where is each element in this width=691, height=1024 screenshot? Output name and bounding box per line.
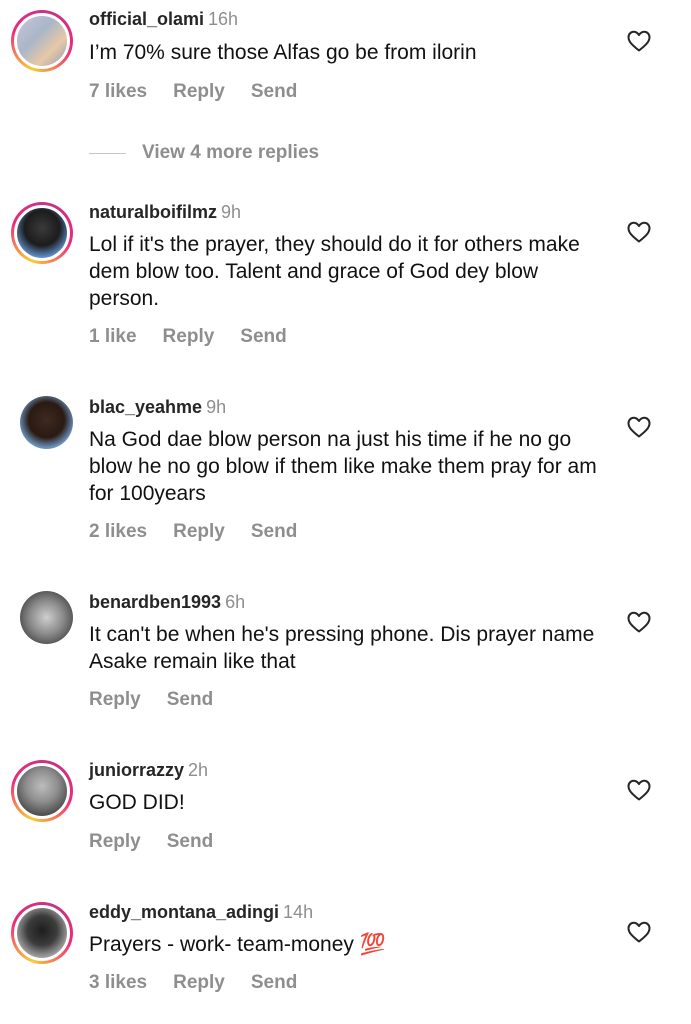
likes-count[interactable]: 2 likes	[89, 521, 147, 542]
comment-actions: 3 likes Reply Send	[89, 971, 323, 995]
reply-button[interactable]: Reply	[173, 972, 225, 993]
heart-outline-icon[interactable]	[627, 221, 651, 243]
heart-outline-icon[interactable]	[627, 416, 651, 438]
comment-text: I’m 70% sure those Alfas go be from ilor…	[89, 41, 477, 64]
send-button[interactable]: Send	[251, 521, 297, 542]
reply-button[interactable]: Reply	[89, 831, 141, 852]
comment-header: eddy_montana_adingi 14h	[89, 901, 313, 923]
comment-actions: Reply Send	[89, 830, 239, 854]
view-replies-button[interactable]: View 4 more replies	[89, 140, 319, 166]
comment-text: Na God dae blow person na just his time …	[89, 428, 597, 505]
comment-actions: 1 like Reply Send	[89, 325, 313, 349]
send-button[interactable]: Send	[167, 689, 213, 710]
avatar[interactable]	[11, 10, 73, 72]
replies-divider	[89, 152, 126, 154]
username[interactable]: benardben1993	[89, 592, 221, 612]
comment-text: It can't be when he's pressing phone. Di…	[89, 623, 595, 673]
avatar[interactable]	[20, 591, 73, 644]
send-button[interactable]: Send	[167, 831, 213, 852]
reply-button[interactable]: Reply	[89, 689, 141, 710]
heart-outline-icon[interactable]	[627, 611, 651, 633]
avatar[interactable]	[11, 760, 73, 822]
comment-actions: 7 likes Reply Send	[89, 80, 323, 104]
comment-text: GOD DID!	[89, 791, 185, 814]
avatar[interactable]	[20, 396, 73, 449]
comment-actions: Reply Send	[89, 688, 239, 712]
comment-text: Lol if it's the prayer, they should do i…	[89, 233, 580, 310]
view-replies-label: View 4 more replies	[142, 142, 320, 163]
heart-outline-icon[interactable]	[627, 779, 651, 801]
comment-actions: 2 likes Reply Send	[89, 520, 323, 544]
likes-count[interactable]: 7 likes	[89, 81, 147, 102]
avatar[interactable]	[11, 202, 73, 264]
username[interactable]: official_olami	[89, 9, 204, 29]
comment-header: blac_yeahme 9h	[89, 396, 226, 418]
timestamp: 6h	[225, 592, 246, 612]
avatar[interactable]	[11, 902, 73, 964]
heart-outline-icon[interactable]	[627, 30, 651, 52]
username[interactable]: juniorrazzy	[89, 760, 184, 780]
comment-header: juniorrazzy 2h	[89, 759, 208, 781]
username[interactable]: eddy_montana_adingi	[89, 902, 279, 922]
comment-header: benardben1993 6h	[89, 591, 245, 613]
timestamp: 9h	[206, 397, 227, 417]
comment-header: official_olami 16h	[89, 8, 238, 30]
comment-text: Prayers - work- team-money 💯	[89, 933, 386, 956]
reply-button[interactable]: Reply	[173, 81, 225, 102]
send-button[interactable]: Send	[251, 972, 297, 993]
likes-count[interactable]: 1 like	[89, 326, 137, 347]
send-button[interactable]: Send	[251, 81, 297, 102]
timestamp: 16h	[208, 9, 239, 29]
comment-header: naturalboifilmz 9h	[89, 201, 241, 223]
heart-outline-icon[interactable]	[627, 921, 651, 943]
timestamp: 9h	[221, 202, 242, 222]
reply-button[interactable]: Reply	[173, 521, 225, 542]
likes-count[interactable]: 3 likes	[89, 972, 147, 993]
timestamp: 2h	[188, 760, 209, 780]
send-button[interactable]: Send	[240, 326, 286, 347]
reply-button[interactable]: Reply	[163, 326, 215, 347]
username[interactable]: naturalboifilmz	[89, 202, 217, 222]
timestamp: 14h	[283, 902, 314, 922]
username[interactable]: blac_yeahme	[89, 397, 202, 417]
